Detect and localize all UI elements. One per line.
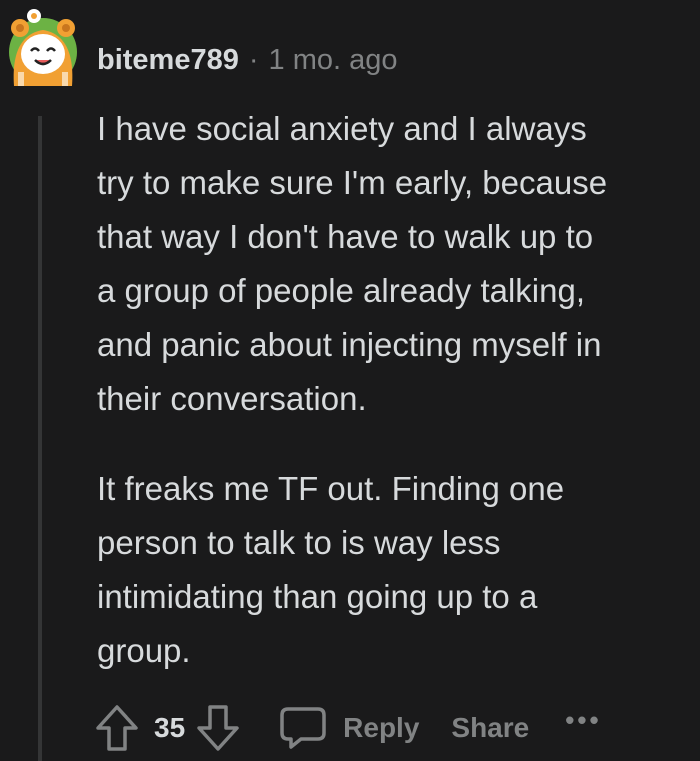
avatar[interactable]: [6, 8, 80, 88]
thread-line[interactable]: [38, 116, 42, 761]
share-button[interactable]: Share: [451, 712, 529, 744]
comment: biteme789 · 1 mo. ago I have social anxi…: [0, 0, 700, 761]
timestamp[interactable]: 1 mo. ago: [269, 44, 398, 77]
reply-label: Reply: [343, 712, 420, 743]
upvote-button[interactable]: [90, 701, 144, 755]
downvote-button[interactable]: [191, 701, 245, 755]
downvote-arrow-icon: [197, 705, 239, 751]
vote-score: 35: [154, 712, 186, 743]
speech-bubble-icon: [280, 707, 326, 749]
username-link[interactable]: biteme789: [97, 44, 239, 77]
upvote-arrow-icon: [96, 705, 138, 751]
comment-actions: 35 Reply Share •••: [90, 700, 602, 756]
comment-body: I have social anxiety and I always try t…: [97, 102, 695, 678]
avatar-icon: [9, 9, 77, 86]
meta-separator: ·: [248, 43, 259, 76]
comment-meta: biteme789 · 1 mo. ago: [97, 40, 398, 80]
reply-button[interactable]: Reply: [279, 705, 419, 751]
comment-paragraph: It freaks me TF out. Finding one person …: [97, 470, 565, 669]
more-dots-icon[interactable]: •••: [565, 705, 601, 736]
comment-paragraph: I have social anxiety and I always try t…: [97, 110, 608, 417]
